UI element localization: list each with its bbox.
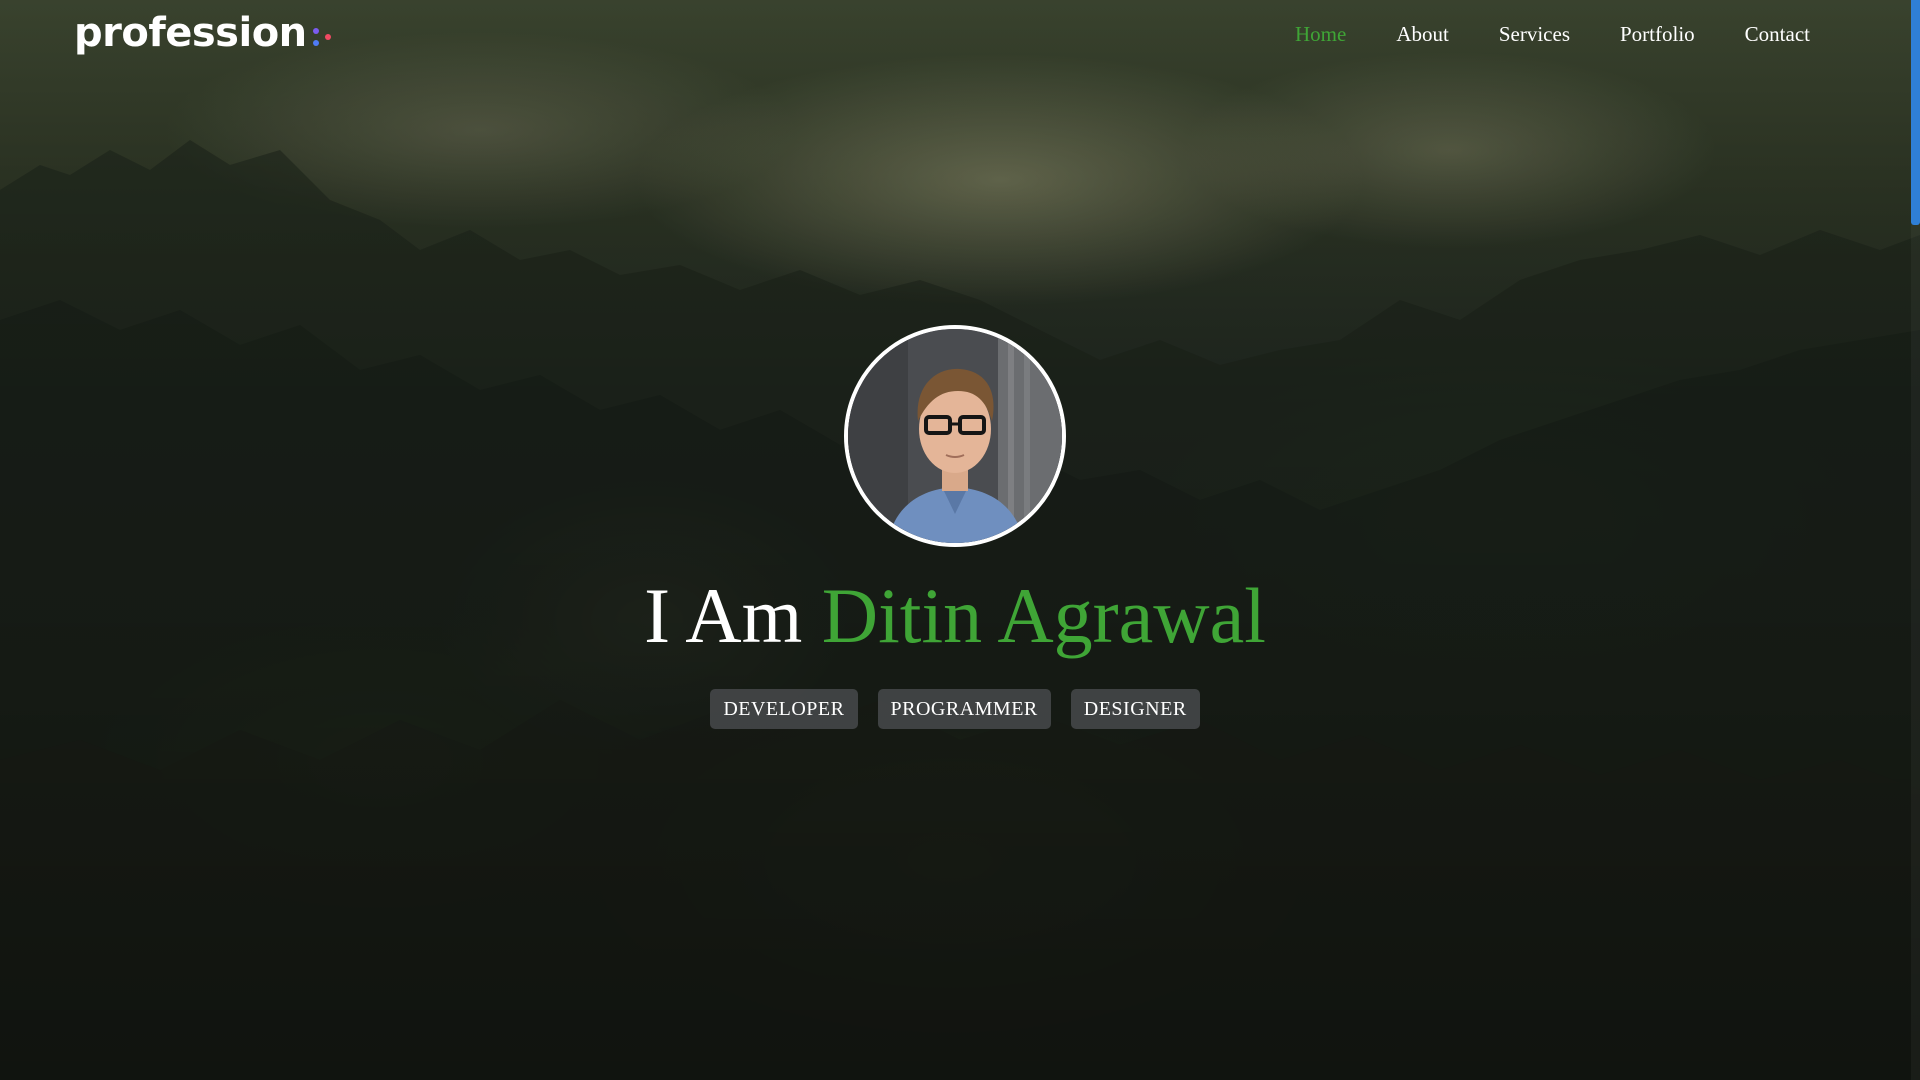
- site-logo[interactable]: profession: [74, 10, 333, 56]
- nav-item-services[interactable]: Services: [1499, 22, 1570, 47]
- nav-item-contact[interactable]: Contact: [1745, 22, 1810, 47]
- scrollbar-thumb[interactable]: [1911, 0, 1920, 225]
- nav-item-about[interactable]: About: [1396, 22, 1449, 47]
- hero-page: profession Home About Services Portfolio…: [0, 0, 1920, 1080]
- role-tag-programmer: PROGRAMMER: [877, 689, 1051, 729]
- profile-avatar: [844, 325, 1066, 547]
- nav-item-portfolio[interactable]: Portfolio: [1620, 22, 1695, 47]
- hero-name: Ditin Agrawal: [821, 572, 1266, 659]
- main-navigation: Home About Services Portfolio Contact: [1245, 22, 1810, 47]
- role-tag-developer: DEVELOPER: [710, 689, 858, 729]
- hero-greeting: I Am: [644, 572, 803, 659]
- role-tags: DEVELOPER PROGRAMMER DESIGNER: [0, 689, 1910, 729]
- role-tag-designer: DESIGNER: [1070, 689, 1200, 729]
- logo-dots-icon: [311, 18, 333, 48]
- hero-headline: I Am Ditin Agrawal: [0, 566, 1910, 666]
- page-scrollbar[interactable]: [1911, 0, 1920, 1080]
- nav-item-home[interactable]: Home: [1295, 22, 1346, 47]
- logo-text: profession: [74, 10, 307, 56]
- profile-photo: [848, 329, 1062, 543]
